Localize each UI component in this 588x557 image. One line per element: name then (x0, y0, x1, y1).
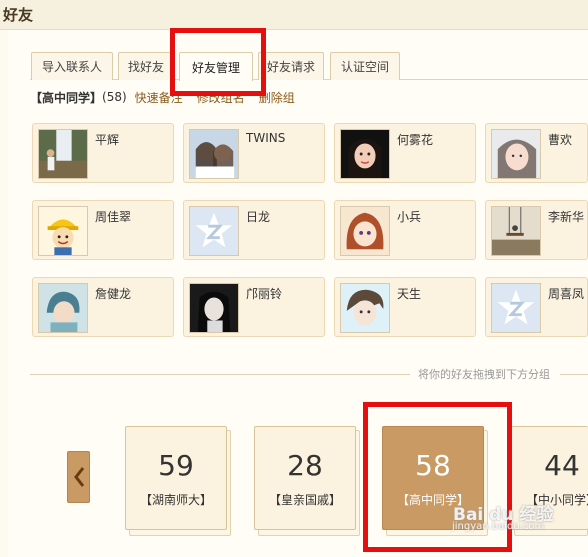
friend-card[interactable]: 周喜凤 (485, 277, 588, 337)
friend-name: 李新华 (548, 210, 585, 224)
highlight-box-tab (170, 28, 266, 96)
friend-name: 邝丽铃 (246, 287, 283, 301)
avatar (38, 283, 88, 333)
group-label: 【湖南师大】 (139, 493, 212, 507)
friend-card[interactable]: 李新华 (485, 200, 588, 260)
group-card[interactable]: 28 【皇亲国戚】 (254, 426, 356, 530)
drag-hint: 将你的好友拖拽到下方分组 (418, 368, 550, 381)
friend-name: 平辉 (95, 133, 120, 147)
avatar (491, 206, 541, 256)
friend-card[interactable]: 天生 (334, 277, 476, 337)
avatar (189, 283, 239, 333)
group-label: 【皇亲国戚】 (268, 493, 341, 507)
friend-card[interactable]: 曹欢 (485, 123, 588, 183)
friend-name: 何雾花 (397, 133, 434, 147)
group-count: (58) (102, 90, 127, 104)
page-title: 好友 (3, 6, 34, 24)
friend-card[interactable]: 小兵 (334, 200, 476, 260)
friend-card[interactable]: 詹健龙 (32, 277, 174, 337)
friend-name: 天生 (397, 287, 422, 301)
group-count: 28 (287, 449, 323, 482)
friend-card[interactable]: 平辉 (32, 123, 174, 183)
avatar (189, 129, 239, 179)
carousel-prev-button[interactable] (67, 451, 90, 503)
avatar (38, 206, 88, 256)
avatar (189, 206, 239, 256)
avatar (491, 129, 541, 179)
group-card[interactable]: 59 【湖南师大】 (125, 426, 227, 530)
friend-name: 周佳翠 (95, 210, 132, 224)
group-count: 59 (158, 449, 194, 482)
chevron-left-icon (73, 467, 84, 487)
group-count: 44 (544, 449, 580, 482)
friend-card[interactable]: 何雾花 (334, 123, 476, 183)
friend-name: TWINS (246, 131, 286, 145)
tab-verified-space[interactable]: 认证空间 (330, 52, 400, 80)
tab-find-friends[interactable]: 找好友 (118, 52, 174, 80)
tab-friend-requests[interactable]: 好友请求 (258, 52, 324, 80)
divider-line (30, 374, 410, 375)
friend-card[interactable]: TWINS (183, 123, 325, 183)
avatar (491, 283, 541, 333)
avatar (38, 129, 88, 179)
friend-name: 曹欢 (548, 133, 573, 147)
avatar (340, 206, 390, 256)
page-header: 好友 (0, 0, 588, 30)
friend-card[interactable]: 邝丽铃 (183, 277, 325, 337)
friend-card[interactable]: 周佳翠 (32, 200, 174, 260)
group-name: 【高中同学】 (30, 90, 103, 105)
friend-name: 周喜凤 (548, 287, 585, 301)
tab-import-contacts[interactable]: 导入联系人 (31, 52, 113, 80)
watermark-url: jingyan.baidu.com (452, 521, 545, 532)
friend-name: 小兵 (397, 210, 422, 224)
friend-name: 日龙 (246, 210, 271, 224)
avatar (340, 129, 390, 179)
divider-line-right (560, 374, 588, 375)
friend-card[interactable]: 日龙 (183, 200, 325, 260)
avatar (340, 283, 390, 333)
friend-name: 詹健龙 (95, 287, 132, 301)
